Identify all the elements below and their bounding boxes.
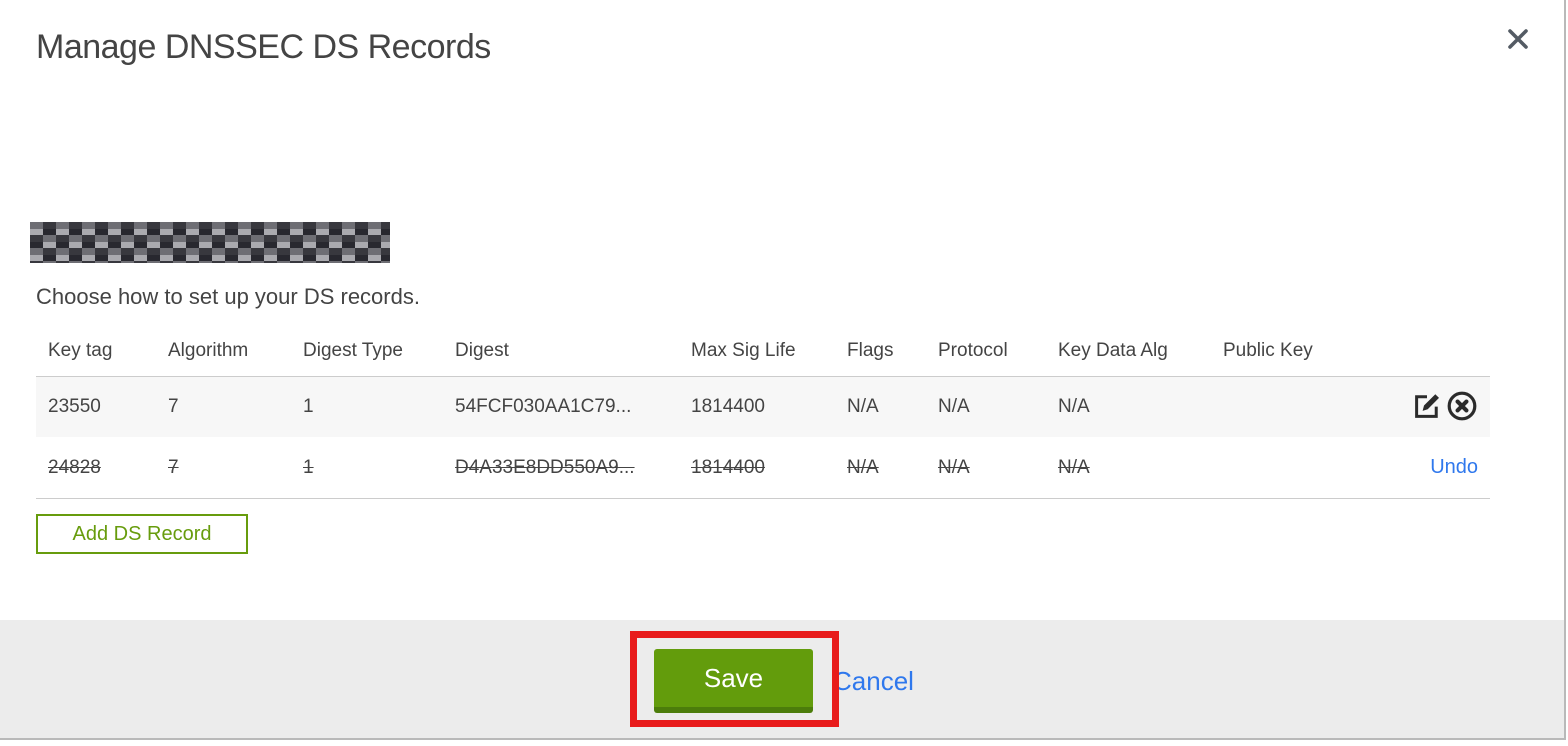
close-icon: [1505, 28, 1531, 55]
undo-link[interactable]: Undo: [1430, 456, 1478, 479]
circle-x-icon: [1446, 391, 1478, 423]
column-header-digest-type: Digest Type: [303, 339, 403, 361]
cell-algorithm: 7: [168, 456, 179, 478]
instruction-text: Choose how to set up your DS records.: [36, 284, 420, 309]
edit-pencil-icon: [1412, 391, 1442, 423]
save-button[interactable]: Save: [654, 649, 813, 713]
column-header-key-data-alg: Key Data Alg: [1058, 339, 1168, 361]
cell-key-data-alg: N/A: [1058, 456, 1090, 478]
cell-digest-type: 1: [303, 456, 314, 478]
column-header-flags: Flags: [847, 339, 894, 361]
column-header-public-key: Public Key: [1223, 339, 1313, 361]
cell-row-actions: Undo: [1398, 456, 1490, 479]
cell-digest: 54FCF030AA1C79...: [455, 396, 632, 417]
cell-key-tag: 24828: [48, 456, 101, 478]
delete-record-button[interactable]: [1446, 391, 1478, 423]
ds-records-table: Key tag Algorithm Digest Type Digest Max…: [36, 325, 1490, 499]
cell-max-sig-life: 1814400: [691, 396, 765, 417]
cell-key-data-alg: N/A: [1058, 396, 1090, 417]
edit-record-button[interactable]: [1411, 391, 1443, 423]
cancel-link[interactable]: Cancel: [833, 666, 914, 697]
column-header-protocol: Protocol: [938, 339, 1008, 361]
table-header-row: Key tag Algorithm Digest Type Digest Max…: [36, 325, 1490, 376]
page-title: Manage DNSSEC DS Records: [36, 28, 491, 66]
cell-flags: N/A: [847, 396, 879, 417]
close-button[interactable]: [1498, 20, 1538, 60]
cell-algorithm: 7: [168, 396, 179, 417]
cell-digest-type: 1: [303, 396, 314, 417]
column-header-key-tag: Key tag: [48, 339, 113, 361]
column-header-algorithm: Algorithm: [168, 339, 249, 361]
table-row-pending-delete: 24828 7 1 D4A33E8DD550A9... 1814400 N/A …: [36, 437, 1490, 499]
domain-name-redacted: [30, 222, 390, 263]
column-header-max-sig-life: Max Sig Life: [691, 339, 796, 361]
cell-flags: N/A: [847, 456, 879, 478]
column-header-digest: Digest: [455, 339, 509, 361]
cell-digest: D4A33E8DD550A9...: [455, 456, 635, 478]
add-ds-record-button[interactable]: Add DS Record: [36, 514, 248, 554]
cell-max-sig-life: 1814400: [691, 456, 765, 478]
cell-protocol: N/A: [938, 456, 970, 478]
modal-footer: Save Cancel: [0, 620, 1564, 738]
table-row-active: 23550 7 1 54FCF030AA1C79... 1814400 N/A …: [36, 376, 1490, 437]
cell-protocol: N/A: [938, 396, 970, 417]
cell-key-tag: 23550: [48, 396, 101, 417]
cell-row-actions: [1398, 391, 1490, 423]
dnssec-modal: Manage DNSSEC DS Records Choose how to s…: [0, 0, 1566, 740]
